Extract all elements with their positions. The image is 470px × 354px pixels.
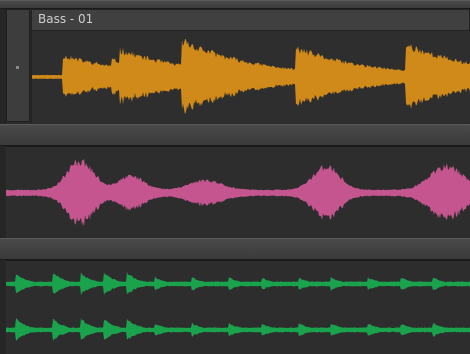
clip-pink[interactable] <box>6 146 470 238</box>
clip-title: Bass - 01 <box>38 12 94 26</box>
track-divider-1 <box>0 124 470 146</box>
waveform-green-1 <box>6 271 470 296</box>
waveform-shape <box>6 317 470 342</box>
arrangement-view: Bass - 01 <box>0 0 470 354</box>
clip-title-bar[interactable]: Bass - 01 <box>31 9 470 31</box>
track-handle-dot <box>16 66 19 69</box>
waveform-pink <box>6 158 470 227</box>
waveform-bass <box>32 39 470 115</box>
clip-green[interactable] <box>6 260 470 354</box>
track-divider-2 <box>0 238 470 260</box>
waveform-shape <box>32 39 470 115</box>
waveform-green-2 <box>6 317 470 342</box>
track-header-bass[interactable] <box>6 9 30 122</box>
waveform-shape <box>6 158 470 227</box>
timeline-strip[interactable] <box>0 0 470 9</box>
clip-bass[interactable] <box>31 31 470 123</box>
waveform-shape <box>6 271 470 296</box>
